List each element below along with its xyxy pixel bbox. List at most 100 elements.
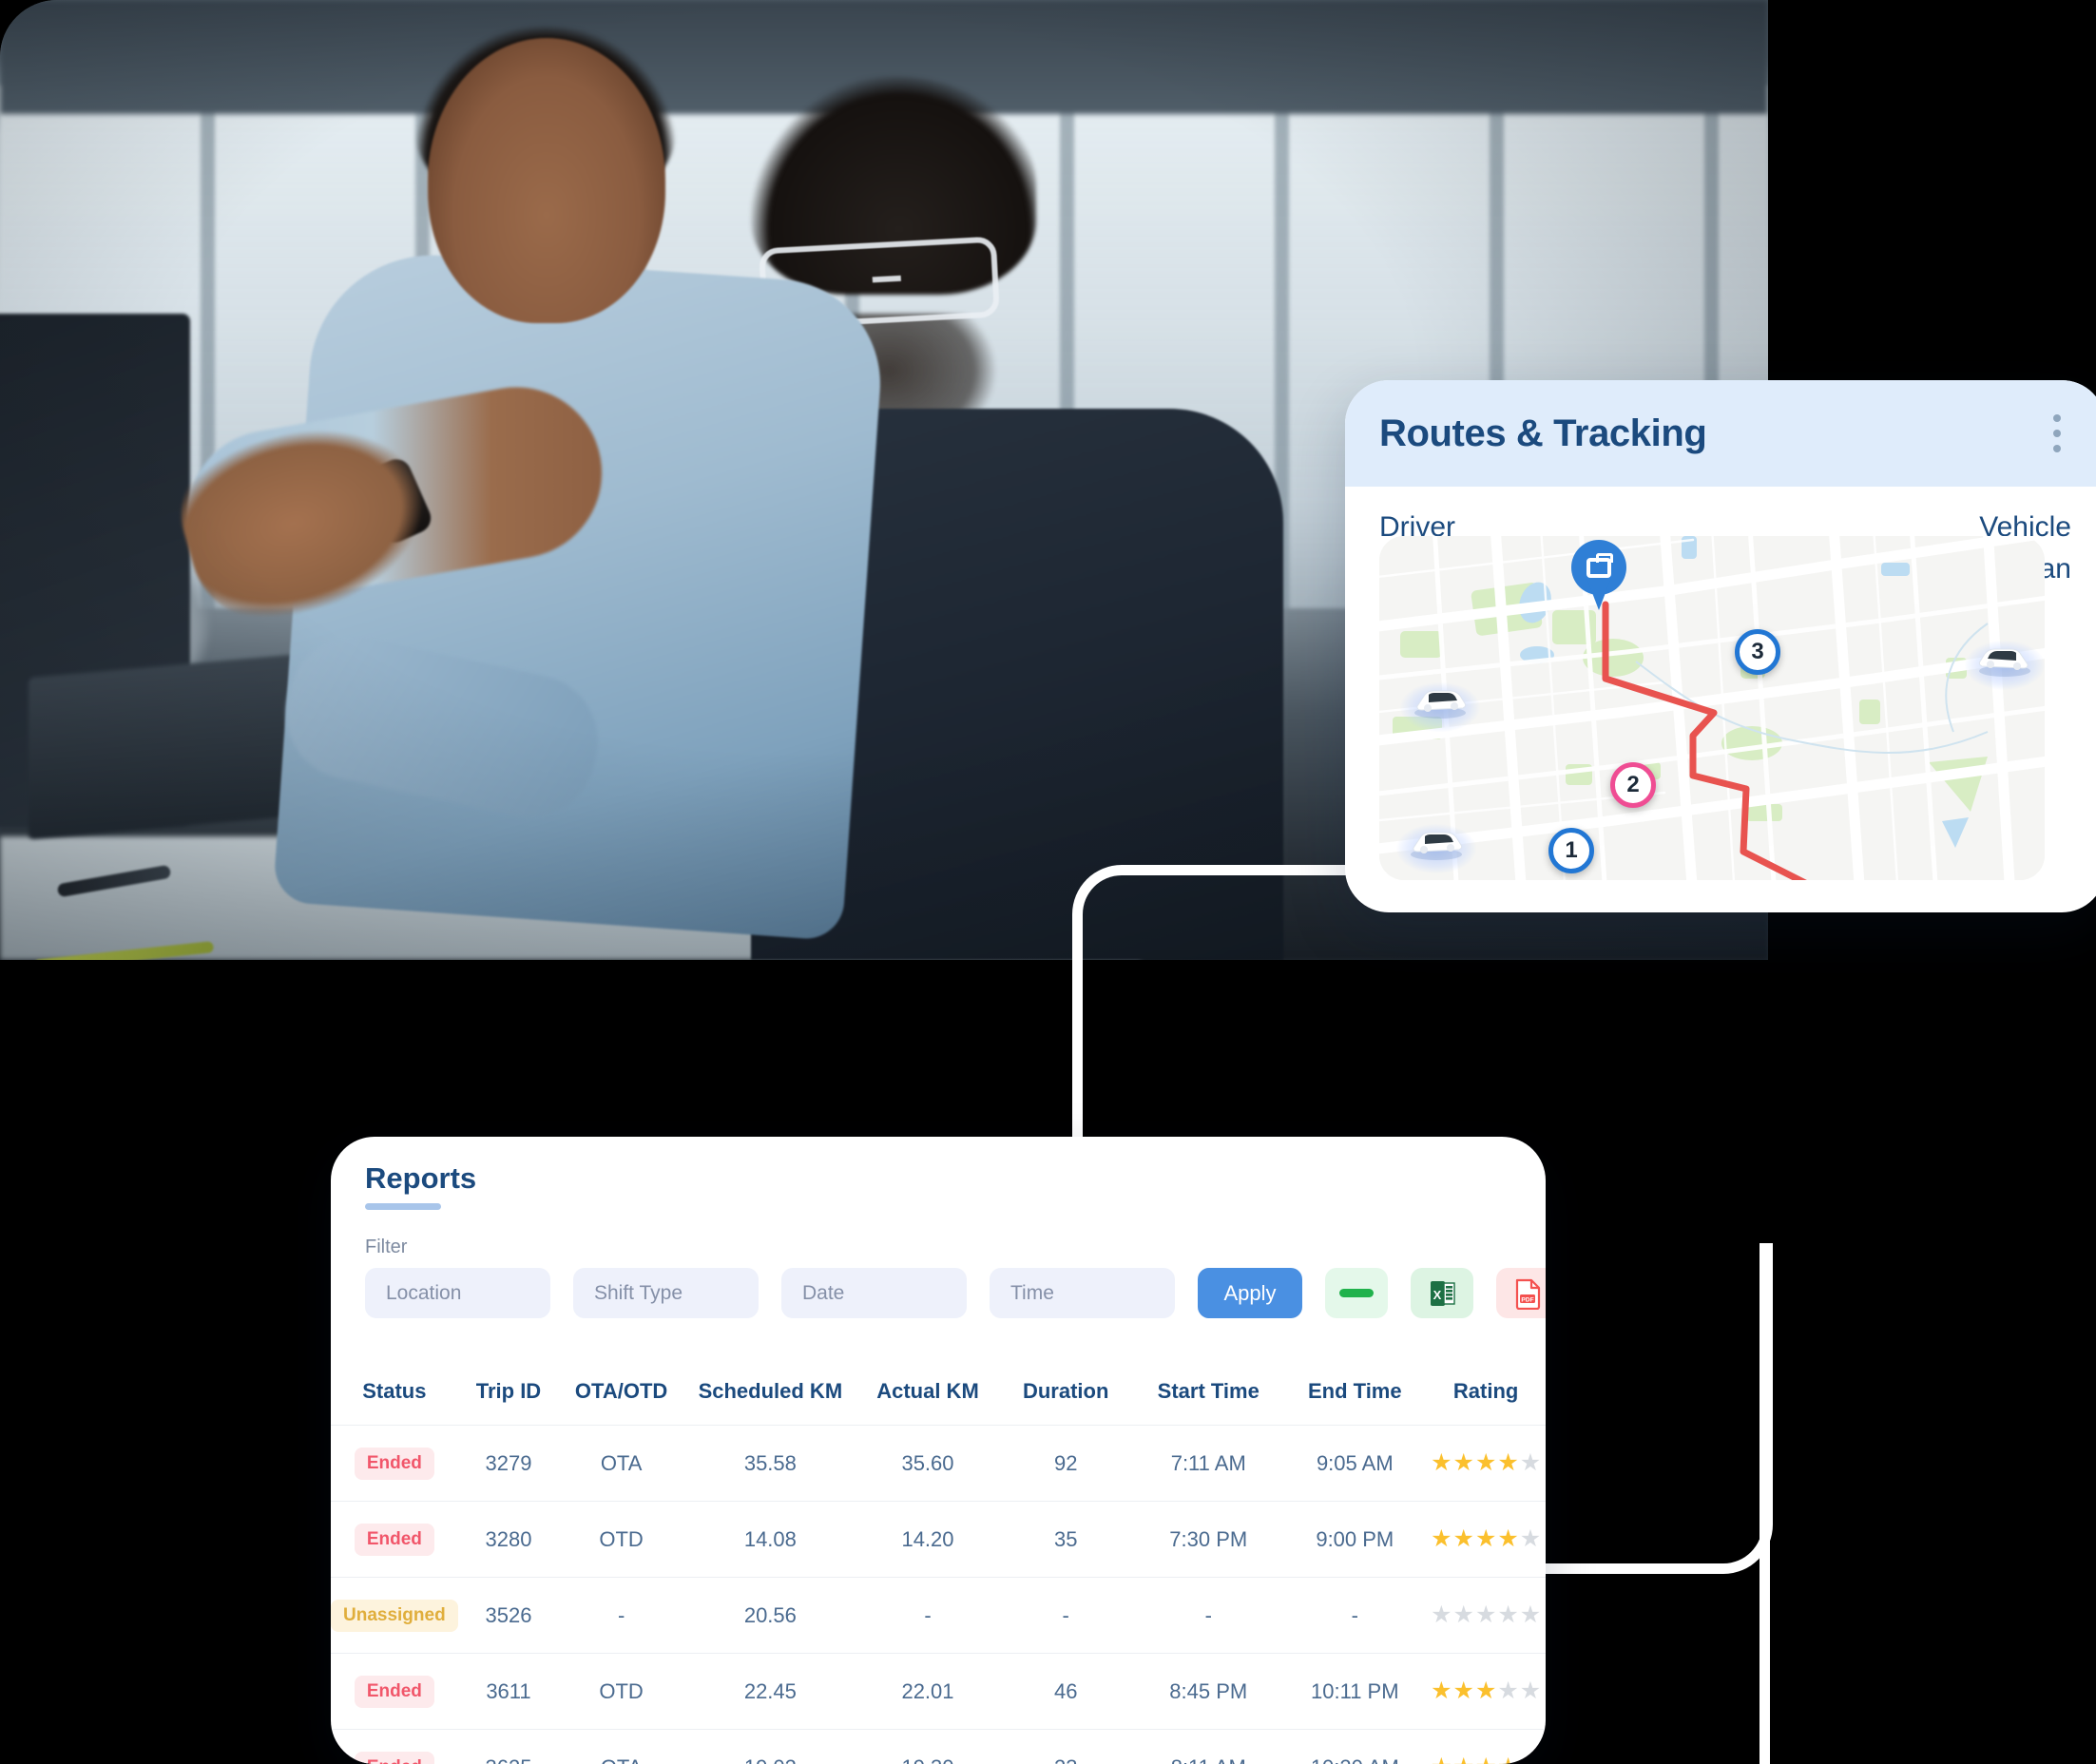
- actual-km-cell: -: [856, 1577, 999, 1654]
- table-row[interactable]: Ended 3625OTA19.0219.30238:11 AM10:20 AM ★…: [331, 1729, 1546, 1764]
- end-time-cell: 10:11 PM: [1283, 1653, 1427, 1730]
- start-time-cell: -: [1133, 1577, 1284, 1654]
- col-ota-otd[interactable]: OTA/OTD: [559, 1379, 683, 1426]
- reports-card: Reports Filter Apply: [331, 1137, 1546, 1764]
- status-cell: Ended: [331, 1501, 458, 1578]
- star-icon: ★: [1519, 1677, 1542, 1704]
- star-icon: ★: [1452, 1524, 1474, 1552]
- rating-cell: ★★★★★: [1426, 1729, 1546, 1764]
- car-icon[interactable]: [1400, 677, 1480, 732]
- status-badge: Ended: [354, 1447, 434, 1480]
- duration-cell: -: [998, 1577, 1134, 1654]
- star-icon: ★: [1452, 1448, 1474, 1476]
- table-header-row: Status Trip ID OTA/OTD Scheduled KM Actu…: [331, 1379, 1546, 1426]
- start-time-cell: 7:30 PM: [1133, 1501, 1284, 1578]
- star-rating: ★★★★★: [1431, 1524, 1541, 1552]
- star-icon: ★: [1497, 1524, 1519, 1552]
- ota-otd-cell: OTD: [559, 1501, 683, 1578]
- actual-km-cell: 19.30: [856, 1729, 999, 1764]
- scheduled-km-cell: 22.45: [683, 1653, 857, 1730]
- status-cell: Ended: [331, 1653, 458, 1730]
- routes-tracking-card: Routes & Tracking Driver Ramesh Gupta Ve…: [1345, 380, 2096, 912]
- title-underline: [365, 1203, 441, 1210]
- star-icon: ★: [1452, 1601, 1474, 1628]
- map-stop-marker-3[interactable]: 3: [1735, 629, 1780, 675]
- star-icon: ★: [1519, 1601, 1542, 1628]
- star-icon: ★: [1452, 1677, 1474, 1704]
- route-map[interactable]: 1 2 3: [1379, 536, 2045, 880]
- ota-otd-cell: OTD: [559, 1653, 683, 1730]
- status-badge: Ended: [354, 1751, 434, 1764]
- briefcase-pin-icon[interactable]: [1571, 540, 1626, 610]
- routes-card-title: Routes & Tracking: [1379, 412, 1707, 454]
- trip-id-cell: 3625: [457, 1729, 560, 1764]
- col-duration[interactable]: Duration: [998, 1379, 1133, 1426]
- col-status[interactable]: Status: [331, 1379, 458, 1426]
- star-icon: ★: [1431, 1524, 1452, 1552]
- excel-export-icon[interactable]: X: [1411, 1268, 1473, 1318]
- star-icon: ★: [1497, 1677, 1519, 1704]
- rating-cell: ★★★★★: [1426, 1501, 1546, 1578]
- trip-id-cell: 3526: [457, 1577, 560, 1654]
- col-start-time[interactable]: Start Time: [1133, 1379, 1283, 1426]
- rating-cell: ★★★★★: [1426, 1653, 1546, 1730]
- star-icon: ★: [1474, 1524, 1497, 1552]
- minus-reset-icon[interactable]: [1325, 1268, 1388, 1318]
- ota-otd-cell: OTA: [559, 1425, 683, 1502]
- star-icon: ★: [1520, 1754, 1541, 1764]
- col-rating[interactable]: Rating: [1426, 1379, 1546, 1426]
- col-actual-km[interactable]: Actual KM: [857, 1379, 998, 1426]
- status-cell: Ended: [331, 1425, 458, 1502]
- connector-line-far-right: [1759, 1243, 1883, 1764]
- connector-line-right: [1533, 1243, 1773, 1574]
- end-time-cell: 9:00 PM: [1283, 1501, 1427, 1578]
- map-stop-marker-1[interactable]: 1: [1548, 828, 1594, 873]
- status-badge: Unassigned: [331, 1599, 458, 1632]
- duration-cell: 35: [998, 1501, 1134, 1578]
- table-row[interactable]: Unassigned 3526-20.56- - - - ★ ★ ★ ★ ★: [331, 1577, 1546, 1654]
- filter-bar: Apply X: [365, 1268, 1546, 1318]
- car-icon[interactable]: [1396, 818, 1476, 873]
- star-icon: ★: [1431, 1754, 1452, 1764]
- scheduled-km-cell: 14.08: [683, 1501, 857, 1578]
- date-filter-input[interactable]: [781, 1268, 967, 1318]
- status-badge: Ended: [354, 1675, 434, 1708]
- scheduled-km-cell: 19.02: [683, 1729, 857, 1764]
- star-icon: ★: [1474, 1677, 1497, 1704]
- actual-km-cell: 14.20: [856, 1501, 999, 1578]
- page-root: Routes & Tracking Driver Ramesh Gupta Ve…: [0, 0, 2096, 1764]
- apply-button[interactable]: Apply: [1198, 1268, 1302, 1318]
- trip-id-cell: 3611: [457, 1653, 560, 1730]
- location-filter-input[interactable]: [365, 1268, 550, 1318]
- star-icon: ★: [1497, 1448, 1519, 1476]
- shift-type-filter-input[interactable]: [573, 1268, 759, 1318]
- time-filter-input[interactable]: [990, 1268, 1175, 1318]
- trip-id-cell: 3279: [457, 1425, 560, 1502]
- star-icon: ★: [1431, 1677, 1452, 1704]
- map-stop-marker-2[interactable]: 2: [1610, 762, 1656, 808]
- table-row[interactable]: Ended 3279 OTA 35.58 35.60 92 7:11 AM 9:05 AM ★ ★…: [331, 1425, 1546, 1502]
- kebab-menu-icon[interactable]: [2041, 412, 2073, 455]
- start-time-cell: 8:45 PM: [1133, 1653, 1284, 1730]
- start-time-cell: 7:11 AM: [1133, 1425, 1284, 1502]
- table-row[interactable]: Ended 3611 OTD 22.45 22.01 46 8:45 PM 10:11 PM ★…: [331, 1653, 1546, 1730]
- car-icon[interactable]: [1965, 635, 2045, 690]
- star-icon: ★: [1497, 1754, 1518, 1764]
- pdf-export-icon[interactable]: PDF: [1496, 1268, 1546, 1318]
- ota-otd-cell: -: [559, 1577, 683, 1654]
- start-time-cell: 8:11 AM: [1133, 1729, 1284, 1764]
- end-time-cell: -: [1283, 1577, 1427, 1654]
- col-end-time[interactable]: End Time: [1283, 1379, 1426, 1426]
- status-cell: Ended: [331, 1729, 458, 1764]
- star-icon: ★: [1431, 1601, 1452, 1628]
- svg-text:PDF: PDF: [1521, 1296, 1533, 1303]
- star-icon: ★: [1474, 1601, 1497, 1628]
- scheduled-km-cell: 20.56: [683, 1577, 857, 1654]
- table-row[interactable]: Ended 3280 OTD 14.08 14.20 35 7:30 PM 9:00 PM ★ ★…: [331, 1501, 1546, 1578]
- col-trip-id[interactable]: Trip ID: [458, 1379, 560, 1426]
- trip-id-cell: 3280: [457, 1501, 560, 1578]
- col-scheduled-km[interactable]: Scheduled KM: [683, 1379, 857, 1426]
- star-icon: ★: [1497, 1601, 1519, 1628]
- star-icon: ★: [1453, 1754, 1474, 1764]
- filter-label: Filter: [365, 1237, 408, 1257]
